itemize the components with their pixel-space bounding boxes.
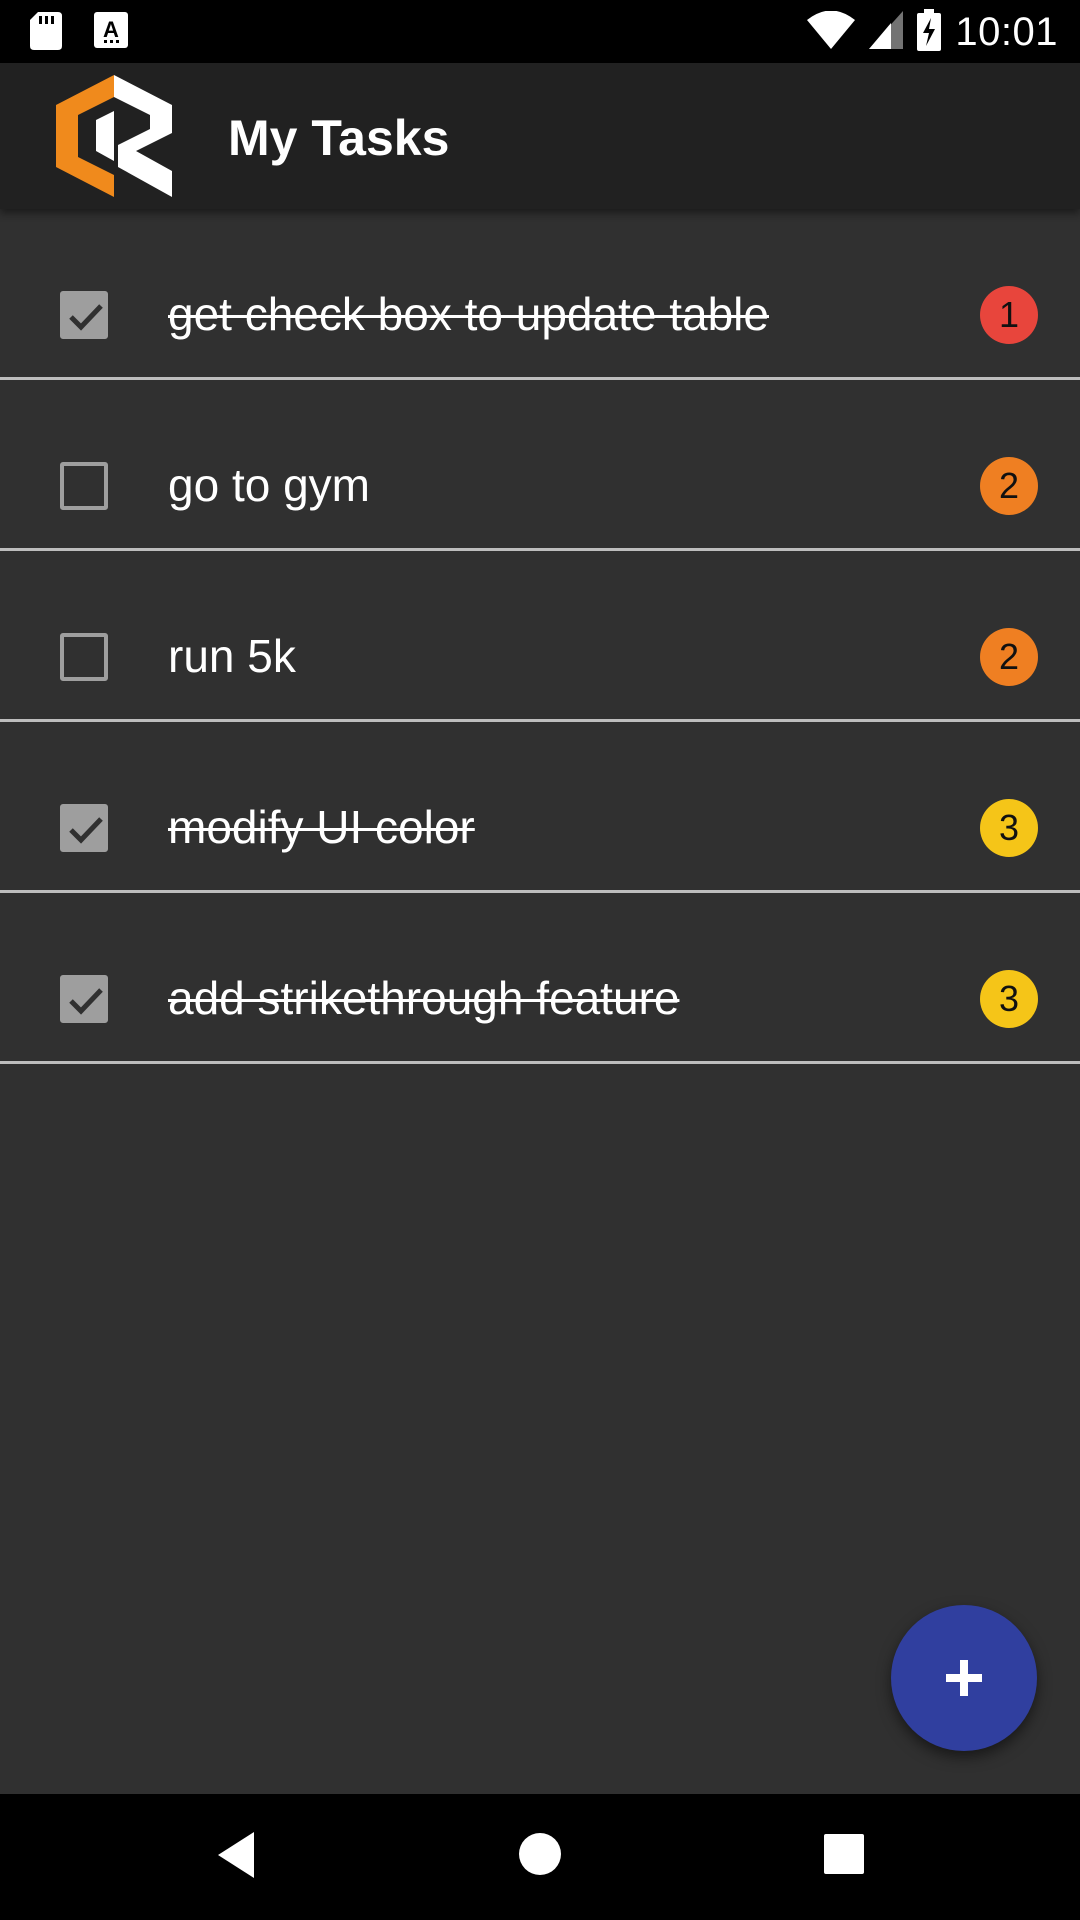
priority-badge: 2 — [980, 457, 1038, 515]
task-list: get check box to update table 1 go to gy… — [0, 209, 1080, 1064]
task-checkbox[interactable] — [60, 975, 108, 1023]
svg-text:A: A — [103, 17, 119, 42]
task-row[interactable]: add strikethrough feature 3 — [0, 893, 1080, 1064]
screen: A 10:01 My Tasks get check box to update… — [0, 0, 1080, 1920]
page-title: My Tasks — [228, 110, 450, 166]
sd-card-icon — [30, 12, 62, 55]
wifi-icon — [807, 10, 856, 54]
add-task-button[interactable] — [891, 1605, 1037, 1751]
task-text: modify UI color — [168, 801, 475, 853]
task-row[interactable]: run 5k 2 — [0, 551, 1080, 722]
priority-badge: 1 — [980, 286, 1038, 344]
text-a-icon: A — [94, 12, 128, 55]
recents-icon — [824, 1834, 864, 1874]
task-text: get check box to update table — [168, 288, 769, 340]
status-left-icons: A — [30, 12, 128, 55]
plus-icon — [946, 1660, 982, 1696]
task-checkbox[interactable] — [60, 291, 108, 339]
home-icon — [519, 1833, 561, 1875]
check-icon — [69, 988, 103, 1015]
task-row[interactable]: get check box to update table 1 — [0, 209, 1080, 380]
back-icon — [218, 1832, 254, 1878]
status-time: 10:01 — [955, 9, 1058, 54]
task-text: run 5k — [168, 630, 296, 682]
task-checkbox[interactable] — [60, 633, 108, 681]
status-bar: A 10:01 — [0, 0, 1080, 63]
task-row[interactable]: go to gym 2 — [0, 380, 1080, 551]
cell-signal-icon — [869, 10, 904, 54]
battery-charging-icon — [917, 8, 942, 56]
priority-badge: 2 — [980, 628, 1038, 686]
check-icon — [69, 304, 103, 331]
check-icon — [69, 817, 103, 844]
task-text: add strikethrough feature — [168, 972, 680, 1024]
back-button[interactable] — [214, 1830, 258, 1885]
home-button[interactable] — [518, 1832, 562, 1881]
task-checkbox[interactable] — [60, 462, 108, 510]
app-logo — [56, 75, 172, 197]
app-bar: My Tasks — [0, 63, 1080, 209]
recents-button[interactable] — [824, 1834, 864, 1879]
task-checkbox[interactable] — [60, 804, 108, 852]
priority-badge: 3 — [980, 799, 1038, 857]
status-right-icons: 10:01 — [807, 6, 1058, 58]
task-row[interactable]: modify UI color 3 — [0, 722, 1080, 893]
navigation-bar — [0, 1794, 1080, 1920]
priority-badge: 3 — [980, 970, 1038, 1028]
task-text: go to gym — [168, 459, 370, 511]
